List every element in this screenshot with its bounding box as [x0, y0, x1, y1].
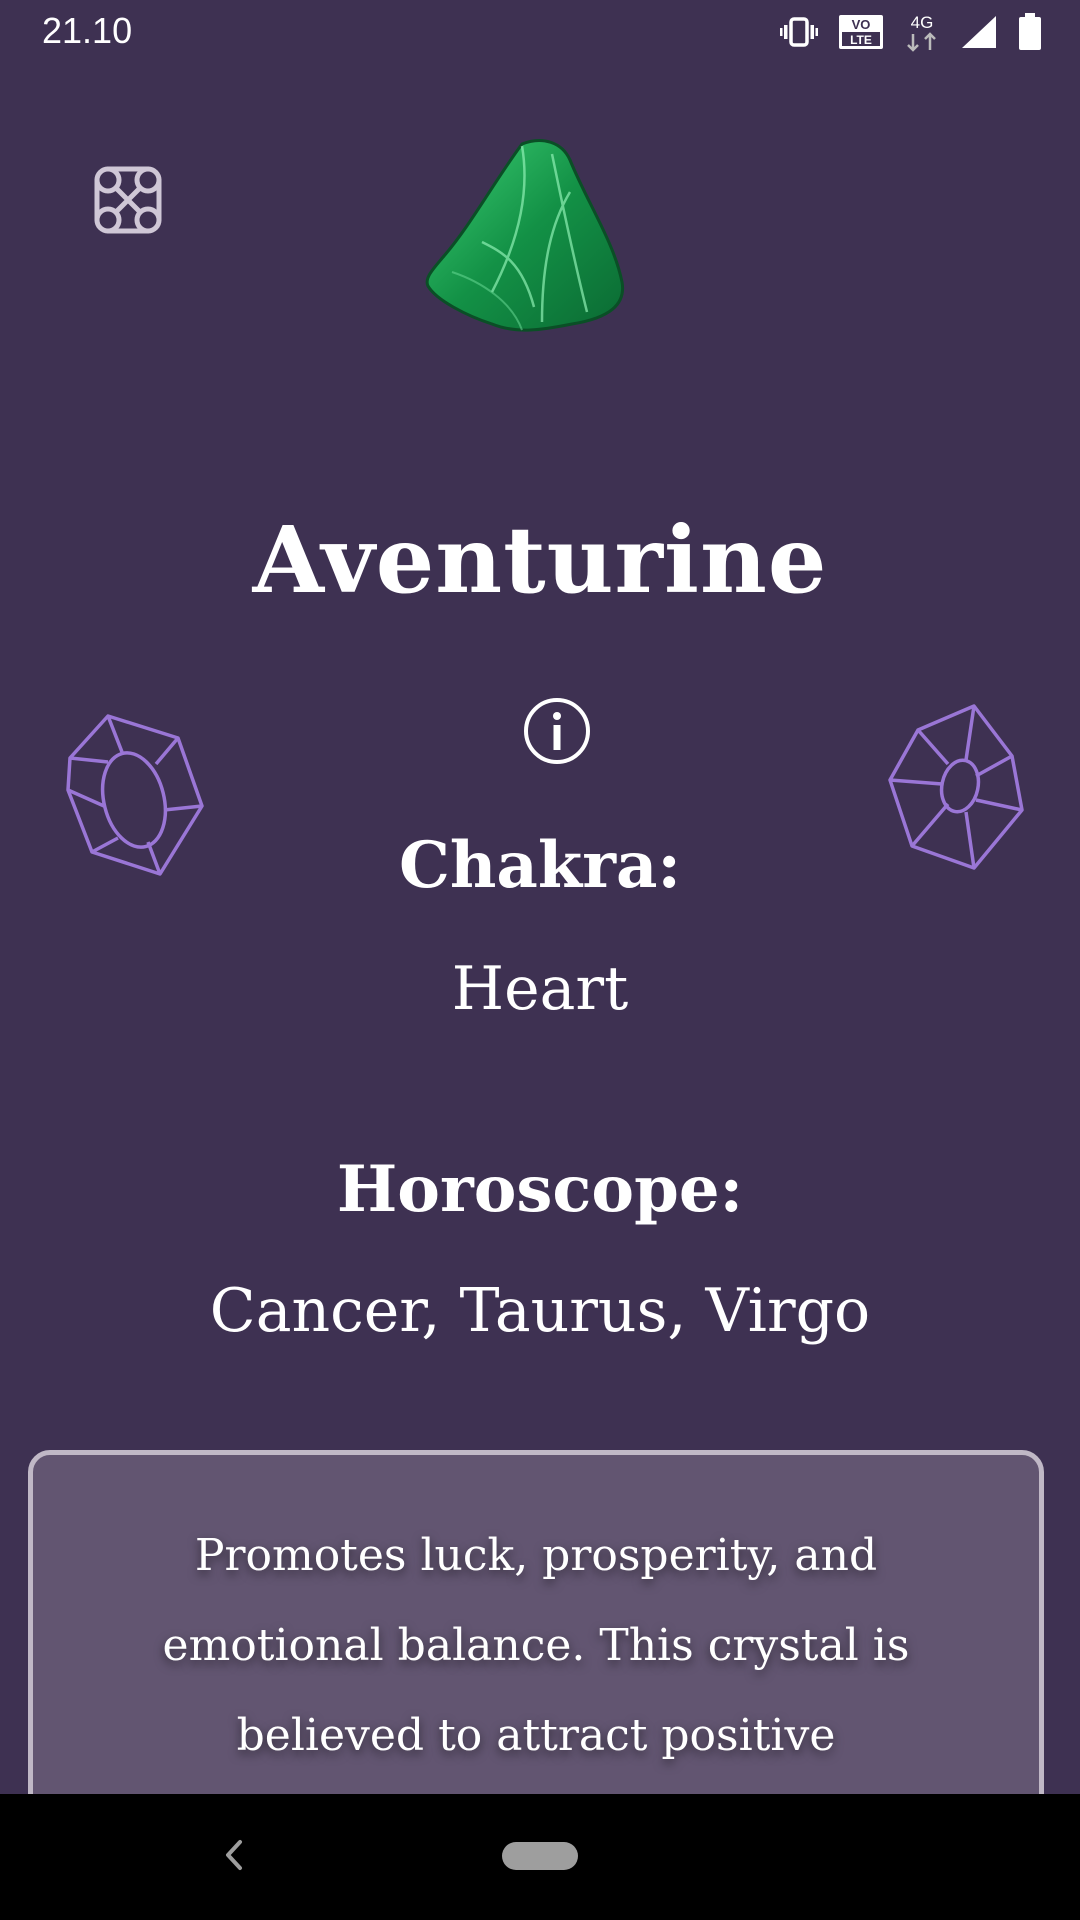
- vibrate-icon: [780, 16, 818, 48]
- aventurine-crystal-image: [422, 132, 642, 342]
- back-chevron-icon[interactable]: [210, 1830, 260, 1880]
- celtic-knot-icon[interactable]: [88, 160, 168, 240]
- status-icons: VO LTE 4G: [780, 12, 1042, 52]
- navigation-bar: [0, 1794, 1080, 1920]
- battery-icon: [1018, 13, 1042, 51]
- chakra-label: Chakra:: [398, 828, 682, 903]
- volte-line1: VO: [852, 17, 871, 32]
- horoscope-label: Horoscope:: [336, 1152, 744, 1227]
- status-time: 21.10: [42, 10, 133, 51]
- horoscope-value: Cancer, Taurus, Virgo: [209, 1276, 871, 1346]
- network-type: 4G: [911, 13, 934, 32]
- signal-icon: [960, 14, 998, 50]
- crystal-name-title: Aventurine: [252, 506, 828, 614]
- info-icon[interactable]: [522, 696, 592, 766]
- 4g-data-icon: 4G: [904, 12, 940, 52]
- chakra-value: Heart: [451, 954, 629, 1024]
- volte-icon: VO LTE: [838, 14, 884, 50]
- home-pill-icon[interactable]: [502, 1842, 578, 1870]
- status-bar: 21.10 VO LTE 4G: [0, 0, 1080, 64]
- crystal-detail-screen: 21.10 VO LTE 4G Aventurine Chakra: Heart…: [0, 0, 1080, 1920]
- volte-line2: LTE: [850, 33, 872, 47]
